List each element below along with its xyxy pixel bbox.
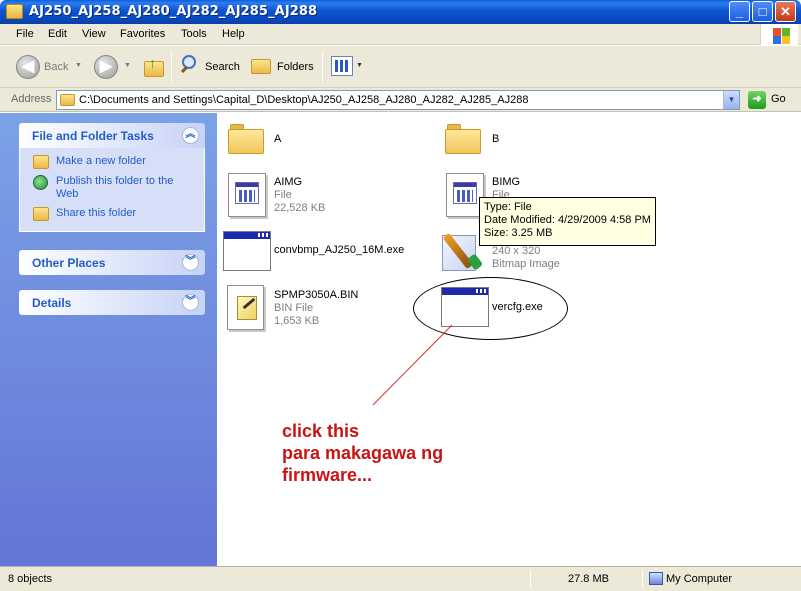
tooltip-size: Size: 3.25 MB	[484, 227, 553, 239]
minimize-button[interactable]: _	[729, 1, 750, 22]
expand-chevron-icon[interactable]: ︾	[182, 294, 199, 311]
menu-view[interactable]: View	[82, 28, 106, 40]
tooltip-type: Type: File	[484, 201, 532, 213]
file-name: BIMG	[492, 176, 521, 188]
panel-title: Other Places	[32, 256, 106, 270]
task-pane: File and Folder Tasks ︽ Make a new folde…	[0, 113, 217, 566]
total-size: 27.8 MB	[568, 573, 609, 585]
bin-file-icon	[227, 285, 264, 330]
menu-tools[interactable]: Tools	[181, 28, 207, 40]
address-value[interactable]: C:\Documents and Settings\Capital_D\Desk…	[79, 94, 528, 106]
address-label: Address	[11, 93, 52, 105]
details-panel: Details ︾	[19, 290, 205, 315]
menu-help[interactable]: Help	[222, 28, 245, 40]
object-count: 8 objects	[8, 573, 53, 585]
maximize-button[interactable]: □	[752, 1, 773, 22]
exe-icon	[223, 231, 271, 271]
file-name: B	[492, 133, 500, 145]
folders-button[interactable]: Folders	[277, 61, 314, 73]
annotation-text: firmware...	[282, 465, 373, 485]
collapse-chevron-icon[interactable]: ︽	[182, 127, 199, 144]
my-computer-icon	[649, 572, 663, 585]
task-label[interactable]: Make a new folder	[56, 155, 146, 167]
title-bar[interactable]: AJ250_AJ258_AJ280_AJ282_AJ285_AJ288 _ □ …	[0, 0, 801, 24]
toolbar: ◀ Back ▼ ▶ ▼ ↑ Search Folders ▼	[0, 46, 801, 88]
annotation-text: para makagawa ng	[282, 443, 444, 463]
file-size: 22,528 KB	[274, 202, 326, 214]
address-field[interactable]: C:\Documents and Settings\Capital_D\Desk…	[56, 90, 740, 110]
file-name: SPMP3050A.BIN	[274, 289, 359, 301]
forward-dropdown-icon[interactable]: ▼	[124, 62, 131, 69]
panel-header[interactable]: Details ︾	[19, 290, 205, 315]
file-item[interactable]: convbmp_AJ250_16M.exe	[222, 230, 422, 274]
file-folder-tasks-panel: File and Folder Tasks ︽ Make a new folde…	[19, 123, 205, 232]
paint-brush-icon	[440, 227, 484, 273]
tooltip-date: Date Modified: 4/29/2009 4:58 PM	[484, 214, 651, 226]
annotation-ellipse	[413, 277, 568, 340]
back-arrow-icon[interactable]: ◀	[16, 55, 40, 79]
share-folder-icon	[33, 207, 49, 221]
zone-label: My Computer	[666, 573, 733, 585]
panel-body: Make a new folder Publish this folder to…	[19, 148, 205, 232]
panel-header[interactable]: File and Folder Tasks ︽	[19, 123, 205, 148]
file-icon	[228, 173, 266, 217]
annotation-text: click this	[282, 421, 360, 441]
image-dimensions: 240 x 320	[492, 245, 541, 257]
panel-header[interactable]: Other Places ︾	[19, 250, 205, 275]
file-type: Bitmap Image	[492, 258, 560, 270]
status-divider	[530, 570, 531, 588]
back-label[interactable]: Back	[44, 61, 68, 73]
task-label[interactable]: Publish this folder to the Web	[56, 175, 181, 201]
forward-arrow-icon[interactable]: ▶	[94, 55, 118, 79]
close-button[interactable]: ✕	[775, 1, 796, 22]
file-item[interactable]: B	[443, 122, 623, 162]
file-type: File	[274, 189, 292, 201]
go-arrow-icon[interactable]: ➜	[748, 91, 766, 109]
menu-bar: File Edit View Favorites Tools Help	[0, 24, 801, 45]
folder-icon	[228, 124, 264, 154]
toolbar-separator	[322, 52, 323, 82]
panel-title: File and Folder Tasks	[32, 129, 154, 143]
windows-logo-icon	[760, 24, 798, 45]
publish-web-link[interactable]: Publish this folder to the Web	[32, 175, 204, 201]
menu-edit[interactable]: Edit	[48, 28, 67, 40]
file-item[interactable]: AIMG File 22,528 KB	[226, 171, 406, 219]
views-dropdown-icon[interactable]: ▼	[356, 62, 363, 69]
file-size: 1,653 KB	[274, 315, 320, 327]
file-item[interactable]: A	[226, 122, 406, 162]
folder-icon	[60, 94, 75, 106]
globe-icon	[33, 175, 48, 190]
file-name: convbmp_AJ250_16M.exe	[274, 244, 405, 256]
folder-icon	[445, 124, 481, 154]
panel-title: Details	[32, 296, 72, 310]
views-icon[interactable]	[331, 56, 353, 76]
status-bar: 8 objects 27.8 MB My Computer	[0, 566, 801, 591]
file-item[interactable]: SPMP3050A.BIN BIN File 1,653 KB	[226, 284, 426, 332]
up-folder-icon[interactable]: ↑	[144, 55, 164, 77]
expand-chevron-icon[interactable]: ︾	[182, 254, 199, 271]
make-new-folder-link[interactable]: Make a new folder	[32, 155, 204, 169]
share-folder-link[interactable]: Share this folder	[32, 207, 204, 221]
search-button[interactable]: Search	[205, 61, 240, 73]
file-tooltip: Type: File Date Modified: 4/29/2009 4:58…	[479, 197, 656, 246]
menu-file[interactable]: File	[16, 28, 34, 40]
address-bar: Address C:\Documents and Settings\Capita…	[0, 88, 801, 112]
file-name: AIMG	[274, 176, 303, 188]
folders-icon[interactable]	[251, 57, 273, 75]
status-divider	[642, 570, 643, 588]
file-type: BIN File	[274, 302, 314, 314]
go-button[interactable]: Go	[771, 93, 786, 105]
toolbar-separator	[171, 52, 172, 82]
other-places-panel: Other Places ︾	[19, 250, 205, 275]
address-dropdown-icon[interactable]: ▼	[723, 91, 739, 109]
scroll-track	[788, 113, 801, 566]
window-title: AJ250_AJ258_AJ280_AJ282_AJ285_AJ288	[29, 4, 318, 19]
task-label[interactable]: Share this folder	[56, 207, 136, 219]
file-name: A	[274, 133, 282, 145]
new-folder-icon	[33, 155, 49, 169]
folder-icon	[6, 4, 23, 19]
back-dropdown-icon[interactable]: ▼	[75, 62, 82, 69]
search-icon[interactable]	[180, 54, 200, 76]
menu-favorites[interactable]: Favorites	[120, 28, 165, 40]
